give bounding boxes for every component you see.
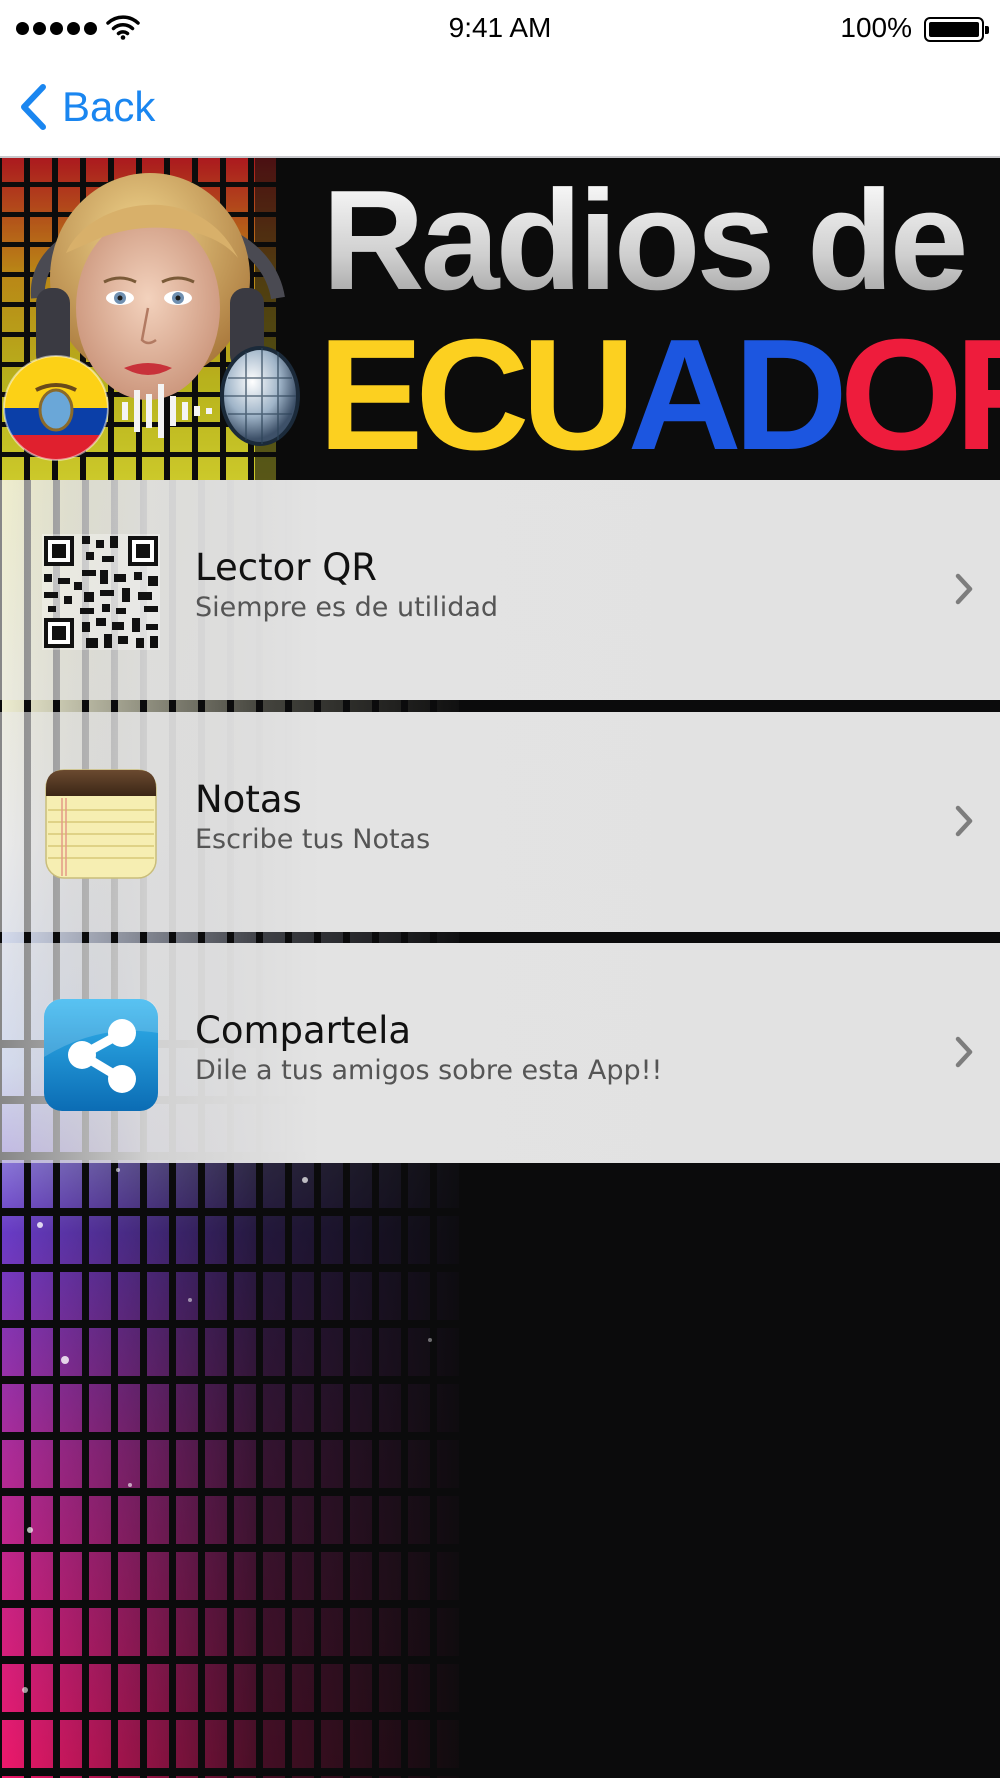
navigation-bar: Back — [0, 58, 1000, 158]
app-screen: 9:41 AM 100% Back Radios de ECUADO Lecto… — [0, 0, 1000, 1778]
chevron-left-icon — [21, 84, 46, 130]
status-bar: 9:41 AM 100% — [0, 0, 1000, 58]
banner-letter: O — [839, 307, 963, 480]
chevron-right-icon — [955, 805, 973, 837]
banner-letter: U — [521, 307, 636, 480]
menu-item-compartela[interactable]: Compartela Dile a tus amigos sobre esta … — [0, 943, 1000, 1163]
back-button[interactable]: Back — [18, 78, 155, 136]
chevron-right-icon — [955, 1036, 973, 1068]
banner-title-ecuador: ECUADOR — [318, 316, 1000, 474]
banner-title-radios: Radios de — [322, 161, 969, 320]
app-banner: Radios de ECUADOR — [0, 158, 1000, 480]
battery-percentage: 100% — [840, 12, 912, 43]
battery-icon — [924, 17, 989, 42]
banner-letter: D — [733, 307, 848, 480]
banner-letter: R — [955, 307, 1000, 480]
banner-letter: A — [627, 307, 742, 480]
menu-item-title: Lector QR — [195, 546, 378, 589]
menu-item-subtitle: Dile a tus amigos sobre esta App!! — [195, 1055, 663, 1086]
menu-item-lector-qr[interactable]: Lector QR Siempre es de utilidad — [0, 480, 1000, 700]
menu-item-subtitle: Siempre es de utilidad — [195, 592, 499, 623]
chevron-right-icon — [955, 573, 973, 605]
qr-code-icon — [42, 534, 160, 650]
banner-letter: C — [415, 307, 529, 480]
menu-item-subtitle: Escribe tus Notas — [195, 824, 431, 855]
menu-item-title: Compartela — [195, 1009, 412, 1052]
notepad-icon — [45, 769, 157, 879]
menu-item-title: Notas — [195, 778, 302, 821]
menu-item-notas[interactable]: Notas Escribe tus Notas — [0, 712, 1000, 932]
share-icon — [44, 999, 158, 1111]
back-label: Back — [62, 83, 156, 130]
banner-letter: E — [318, 307, 423, 480]
